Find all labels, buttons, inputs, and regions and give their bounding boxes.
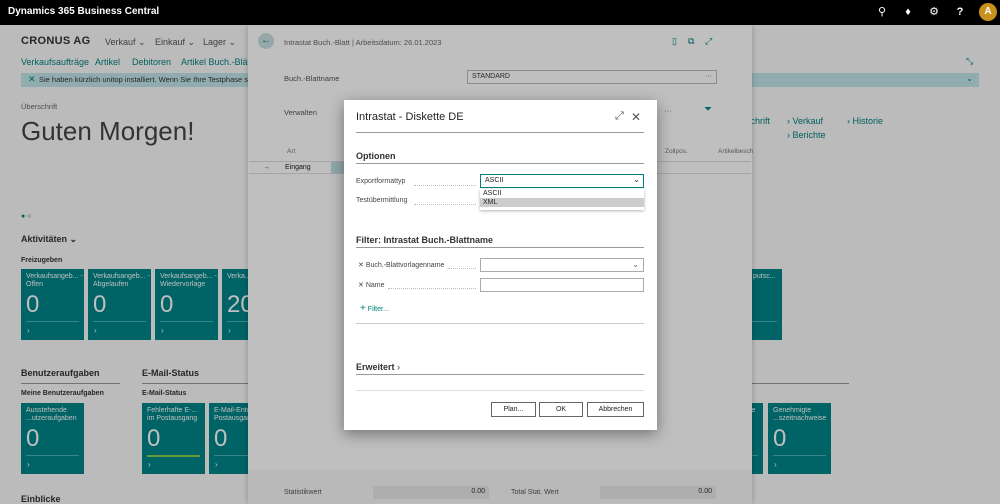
search-icon[interactable]: ⚲ [875, 5, 889, 19]
app-title: Dynamics 365 Business Central [8, 6, 160, 17]
advanced-header[interactable]: Erweitert › [356, 362, 400, 372]
filter-header: Filter: Intrastat Buch.-Blattname [356, 235, 494, 245]
add-filter-link[interactable]: + Filter... [360, 303, 389, 314]
export-format-options: ASCII XML [480, 189, 644, 210]
divider [356, 163, 644, 164]
export-format-select[interactable]: ASCII ⌄ [480, 174, 644, 188]
option-ascii[interactable]: ASCII [480, 189, 644, 198]
divider [356, 132, 644, 133]
dialog-title: Intrastat - Diskette DE [356, 111, 464, 123]
option-xml[interactable]: XML [480, 198, 644, 207]
divider [356, 247, 644, 248]
divider [356, 374, 644, 375]
avatar[interactable]: A [979, 3, 997, 21]
chevron-down-icon: ⌄ [632, 260, 639, 269]
chevron-down-icon: ⌄ [633, 175, 640, 184]
test-submission-label: Testübermittlung [356, 197, 408, 204]
name-label: ✕ Name [358, 282, 385, 289]
plus-icon: + [360, 303, 366, 314]
name-field[interactable] [480, 278, 644, 292]
export-format-label: Exportformattyp [356, 178, 406, 185]
top-bar: Dynamics 365 Business Central ⚲ ♦ ⚙ ? A [0, 0, 1000, 25]
close-icon[interactable]: ✕ [631, 110, 641, 124]
divider [356, 323, 644, 324]
bell-icon[interactable]: ♦ [901, 5, 915, 19]
template-field[interactable]: ⌄ [480, 258, 644, 272]
gear-icon[interactable]: ⚙ [927, 5, 941, 19]
help-icon[interactable]: ? [953, 5, 967, 19]
divider [356, 390, 644, 391]
cancel-button[interactable]: Abbrechen [587, 402, 644, 417]
ok-button[interactable]: OK [539, 402, 583, 417]
intrastat-dialog: Intrastat - Diskette DE ⤢ ✕ Optionen Exp… [344, 100, 657, 430]
plan-button[interactable]: Plan... [491, 402, 536, 417]
options-header: Optionen [356, 151, 396, 161]
template-label: ✕ Buch.-Blattvorlagenname [358, 262, 445, 269]
expand-icon[interactable]: ⤢ [615, 110, 624, 123]
